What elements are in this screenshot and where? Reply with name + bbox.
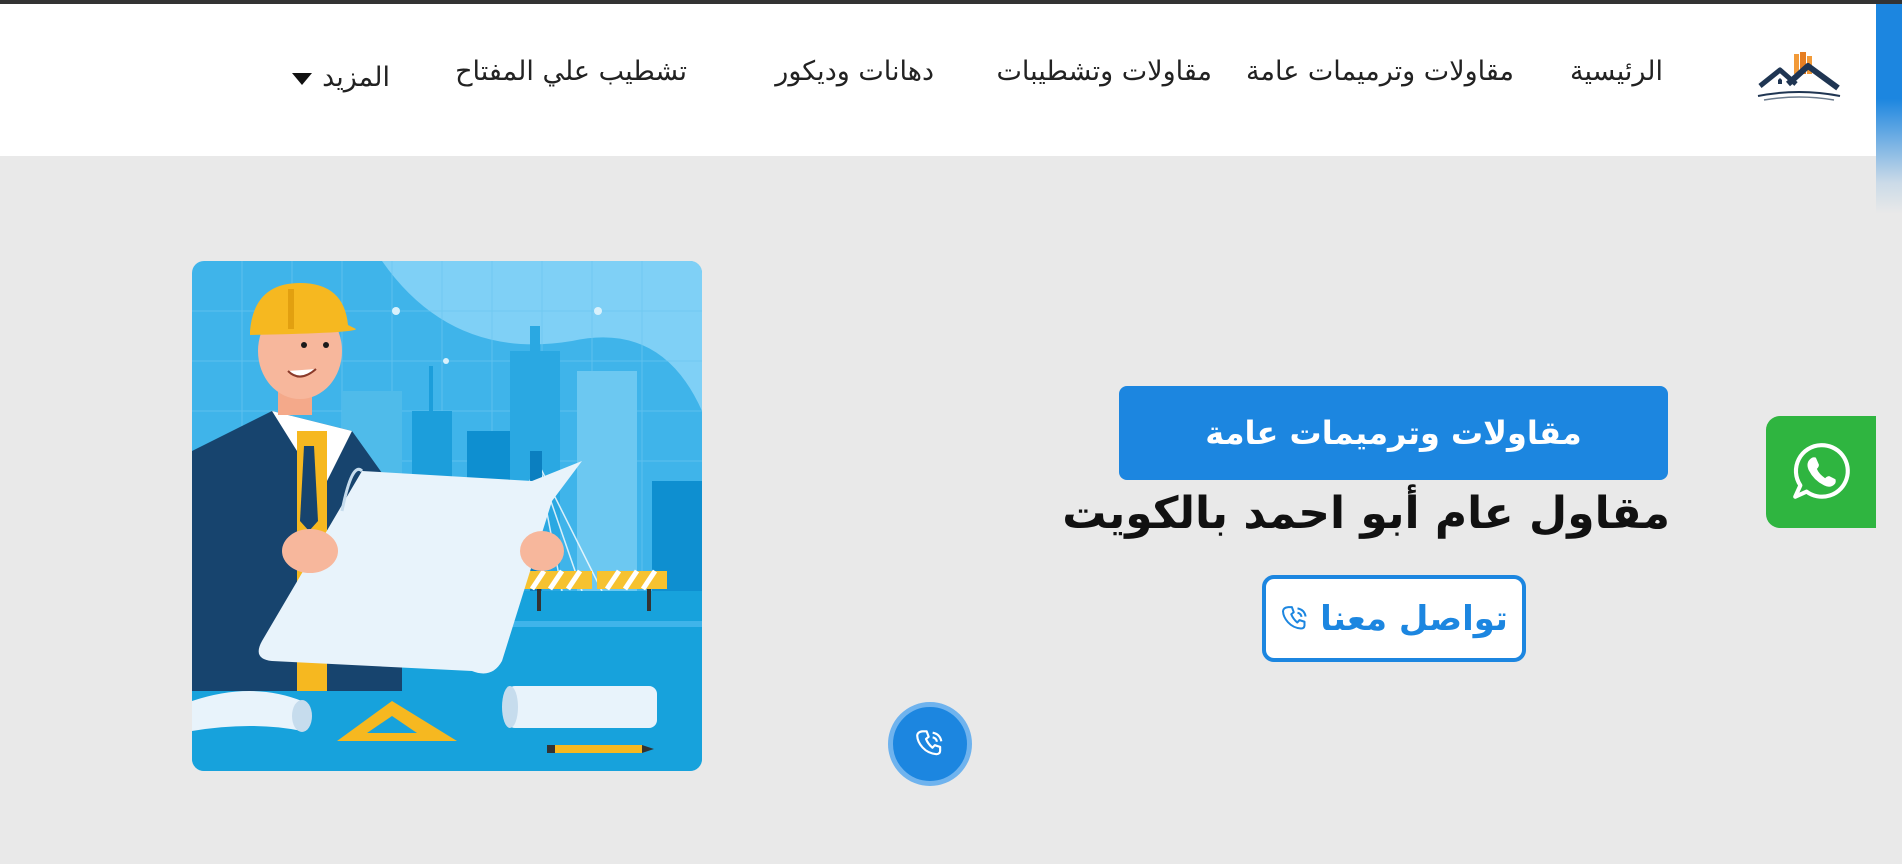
phone-icon	[1282, 605, 1307, 629]
nav-item-home[interactable]: الرئيسية	[1570, 52, 1663, 92]
nav-item-general-contracting[interactable]: مقاولات وترميمات عامة	[1246, 52, 1514, 92]
engineer-illustration	[192, 261, 702, 771]
service-button[interactable]: مقاولات وترميمات عامة	[1119, 386, 1668, 480]
nav-item-finishing[interactable]: مقاولات وتشطيبات	[996, 52, 1212, 92]
main-nav: الرئيسية مقاولات وترميمات عامة مقاولات و…	[0, 52, 1876, 93]
scroll-accent	[1876, 4, 1902, 214]
hero-illustration	[192, 261, 702, 771]
nav-item-paint-decor[interactable]: دهانات وديكور	[775, 52, 934, 92]
contact-button-label: تواصل معنا	[1320, 598, 1508, 639]
whatsapp-icon	[1793, 443, 1850, 499]
nav-item-more[interactable]: المزيد	[292, 58, 390, 98]
whatsapp-button[interactable]	[1766, 416, 1876, 528]
hero-headline: مقاول عام أبو احمد بالكويت	[1062, 488, 1670, 539]
nav-item-turnkey[interactable]: تشطيب علي المفتاح	[455, 52, 687, 92]
phone-icon	[916, 730, 943, 756]
contact-button[interactable]: تواصل معنا	[1262, 575, 1526, 662]
chevron-down-icon	[292, 72, 313, 85]
nav-more-label: المزيد	[322, 62, 390, 93]
floating-call-button[interactable]	[888, 702, 972, 786]
